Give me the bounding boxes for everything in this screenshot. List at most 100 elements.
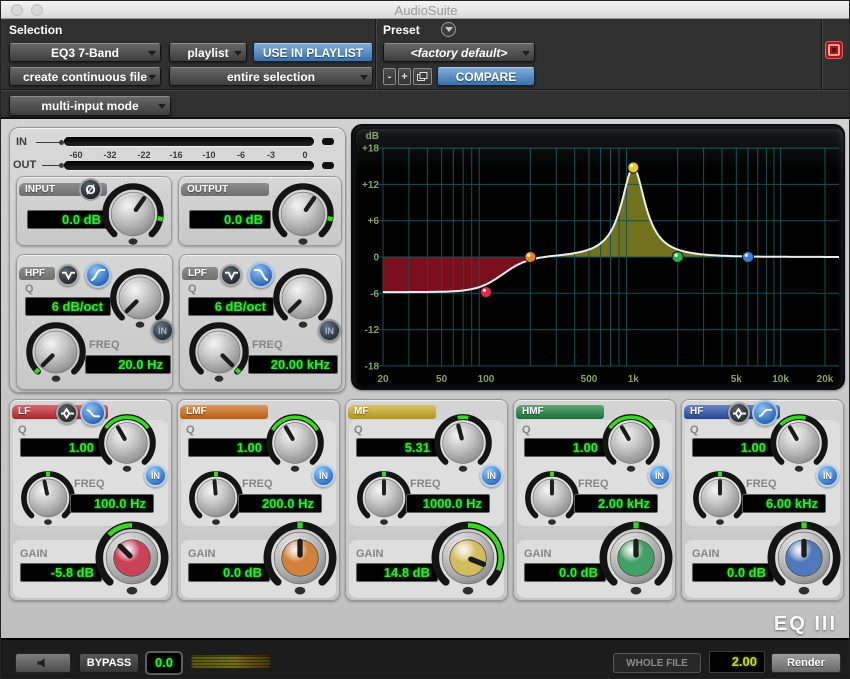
input-gain-knob[interactable] (101, 182, 165, 246)
audiosuite-toolbar: Selection Preset EQ3 7-Band playlist USE… (1, 19, 850, 119)
preview-button[interactable] (15, 653, 71, 673)
lmf-band-module: LMF Q 1.00 IN FREQ 200.0 Hz GAIN 0.0 dB (177, 399, 340, 601)
lmf-in-button[interactable]: IN (312, 464, 335, 487)
lf-shelf-button[interactable] (80, 400, 106, 426)
plugin-automation-button[interactable] (825, 41, 843, 59)
gain-display[interactable]: -5.8 dB (20, 563, 102, 582)
preset-selector[interactable]: <factory default> (383, 43, 535, 62)
hmf-q-knob[interactable] (601, 413, 661, 473)
q-display[interactable]: 5.31 (356, 438, 438, 457)
copy-settings-button[interactable] (413, 68, 432, 85)
q-display[interactable]: 1.00 (188, 438, 270, 457)
lf-in-button[interactable]: IN (144, 464, 167, 487)
hf-freq-knob[interactable] (692, 470, 748, 526)
output-gain-display[interactable]: 0.0 dB (189, 210, 271, 229)
lpf-slope-display[interactable]: 6 dB/oct (188, 297, 274, 316)
hf-gain-knob[interactable] (766, 520, 842, 596)
band-label: HF (690, 406, 703, 417)
out-clip-led[interactable] (322, 162, 334, 169)
lmf-q-knob[interactable] (265, 413, 325, 473)
hmf-gain-knob[interactable] (598, 520, 674, 596)
chevron-down-icon (148, 51, 156, 56)
handle-length-display[interactable]: 2.00 (709, 651, 765, 673)
freq-display[interactable]: 100.0 Hz (70, 494, 154, 513)
playlist-selector[interactable]: playlist (169, 43, 247, 62)
lpf-notch-button[interactable] (220, 264, 242, 286)
lf-band-module: LF Q 1.00 IN FREQ 100.0 Hz GAIN -5.8 dB (9, 399, 172, 601)
hf-band-module: HF Q 1.00 IN FREQ 6.00 kHz GAIN 0.0 dB (681, 399, 844, 601)
lowpass-icon (253, 267, 269, 283)
hf-peak-button[interactable] (728, 402, 750, 424)
hpf-notch-button[interactable] (57, 264, 79, 286)
freq-display[interactable]: 200.0 Hz (238, 494, 322, 513)
hpf-slope-display[interactable]: 6 dB/oct (25, 297, 111, 316)
svg-text:0: 0 (373, 253, 379, 264)
input-mode-selector[interactable]: multi-input mode (9, 96, 171, 116)
freq-display[interactable]: 2.00 kHz (574, 494, 658, 513)
lf-q-knob[interactable] (97, 413, 157, 473)
svg-text:100: 100 (478, 374, 495, 385)
lpf-freq-knob[interactable] (188, 321, 250, 383)
hmf-in-button[interactable]: IN (648, 464, 671, 487)
lpf-lowpass-button[interactable] (248, 262, 274, 288)
preview-level-meter (191, 655, 271, 669)
freq-display[interactable]: 6.00 kHz (742, 494, 826, 513)
hmf-freq-knob[interactable] (524, 470, 580, 526)
bypass-button[interactable]: BYPASS (79, 653, 139, 673)
eq-frequency-graph[interactable]: dB+18+12+60-6-12-1820501005001k5k10k20k (351, 124, 845, 390)
whole-file-button[interactable]: WHOLE FILE (613, 653, 701, 673)
svg-text:-18: -18 (365, 361, 380, 372)
lpf-module: LPF Q 6 dB/oct FREQ 20.00 kHz IN (179, 254, 342, 390)
hpf-freq-knob[interactable] (25, 321, 87, 383)
hf-in-button[interactable]: IN (816, 464, 839, 487)
compare-button[interactable]: COMPARE (437, 67, 535, 86)
phase-invert-button[interactable]: Ø (79, 178, 102, 201)
selection-range-selector[interactable]: entire selection (169, 67, 373, 86)
preview-volume-display[interactable]: 0.0 (145, 651, 183, 675)
mf-gain-knob[interactable] (430, 520, 506, 596)
in-clip-led[interactable] (322, 138, 334, 145)
freq-label: FREQ (74, 478, 105, 490)
io-filter-panel: IN -60 -32 -22 -16 -10 -6 -3 0 OUT INPUT… (9, 127, 346, 393)
hf-q-knob[interactable] (769, 413, 829, 473)
preset-menu-button[interactable] (441, 22, 456, 37)
hmf-band-handle (672, 252, 683, 263)
hmf-band-module: HMF Q 1.00 IN FREQ 2.00 kHz GAIN 0.0 dB (513, 399, 676, 601)
lf-freq-knob[interactable] (20, 470, 76, 526)
lpf-freq-display[interactable]: 20.00 kHz (248, 355, 338, 374)
gain-display[interactable]: 14.8 dB (356, 563, 438, 582)
output-gain-knob[interactable] (271, 182, 335, 246)
hpf-in-button[interactable]: IN (151, 319, 174, 342)
lpf-in-button[interactable]: IN (318, 319, 341, 342)
preset-increment-button[interactable]: + (398, 68, 411, 85)
freq-label: FREQ (746, 478, 777, 490)
plugin-body: IN -60 -32 -22 -16 -10 -6 -3 0 OUT INPUT… (1, 119, 850, 638)
lf-peak-button[interactable] (56, 402, 78, 424)
preset-decrement-button[interactable]: - (383, 68, 396, 85)
q-display[interactable]: 1.00 (524, 438, 606, 457)
use-in-playlist-button[interactable]: USE IN PLAYLIST (253, 43, 373, 62)
gain-display[interactable]: 0.0 dB (188, 563, 270, 582)
plugin-selector[interactable]: EQ3 7-Band (9, 43, 161, 62)
hpf-highpass-button[interactable] (85, 262, 111, 288)
mf-freq-knob[interactable] (356, 470, 412, 526)
peak-icon (732, 406, 747, 421)
freq-display[interactable]: 1000.0 Hz (406, 494, 490, 513)
band-header: MF (348, 405, 436, 419)
gain-display[interactable]: 0.0 dB (692, 563, 774, 582)
q-display[interactable]: 1.00 (692, 438, 774, 457)
render-button[interactable]: Render (771, 653, 841, 673)
lmf-gain-knob[interactable] (262, 520, 338, 596)
q-display[interactable]: 1.00 (20, 438, 102, 457)
mf-q-knob[interactable] (433, 413, 493, 473)
high-shelf-icon (758, 406, 773, 421)
hpf-freq-display[interactable]: 20.0 Hz (85, 355, 171, 374)
hf-shelf-button[interactable] (752, 400, 778, 426)
mf-in-button[interactable]: IN (480, 464, 503, 487)
lf-gain-knob[interactable] (94, 520, 170, 596)
gain-display[interactable]: 0.0 dB (524, 563, 606, 582)
lmf-freq-knob[interactable] (188, 470, 244, 526)
input-gain-display[interactable]: 0.0 dB (27, 210, 109, 229)
input-module: INPUT Ø 0.0 dB (16, 176, 172, 246)
file-mode-selector[interactable]: create continuous file (9, 67, 161, 86)
